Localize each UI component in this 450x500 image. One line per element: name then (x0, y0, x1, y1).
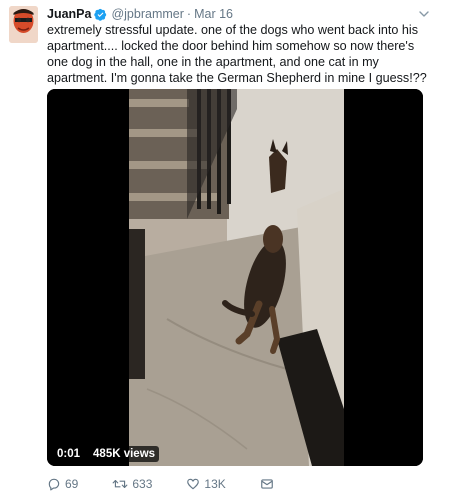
verified-icon (94, 8, 107, 21)
separator: · (186, 7, 192, 21)
reply-button[interactable]: 69 (47, 477, 78, 491)
tweet-header: JuanPa @jpbrammer · Mar 16 (47, 6, 233, 22)
message-button[interactable] (260, 477, 274, 491)
chevron-down-icon[interactable] (418, 7, 430, 19)
reply-count: 69 (65, 477, 79, 491)
tweet-date[interactable]: Mar 16 (194, 7, 233, 21)
avatar[interactable] (9, 6, 38, 43)
reply-icon (47, 477, 61, 491)
video-timestamp: 0:01 (53, 446, 85, 462)
tweet-text: extremely stressful update. one of the d… (47, 23, 427, 85)
like-button[interactable]: 13K (186, 477, 226, 491)
tweet-card: JuanPa @jpbrammer · Mar 16 extremely str… (0, 0, 450, 500)
author-handle[interactable]: @jpbrammer (111, 7, 183, 21)
retweet-button[interactable]: 633 (112, 477, 152, 491)
message-icon (260, 477, 274, 491)
video-overlay: 0:01 485K views (53, 446, 160, 462)
video-views: 485K views (89, 446, 160, 462)
author-name[interactable]: JuanPa (47, 7, 91, 21)
like-icon (186, 477, 200, 491)
retweet-icon (112, 477, 128, 491)
retweet-count: 633 (132, 477, 153, 491)
like-count: 13K (204, 477, 226, 491)
video-player[interactable]: 0:01 485K views (47, 89, 423, 466)
tweet-actions: 69 633 13K (47, 476, 308, 492)
video-frame (47, 89, 423, 466)
